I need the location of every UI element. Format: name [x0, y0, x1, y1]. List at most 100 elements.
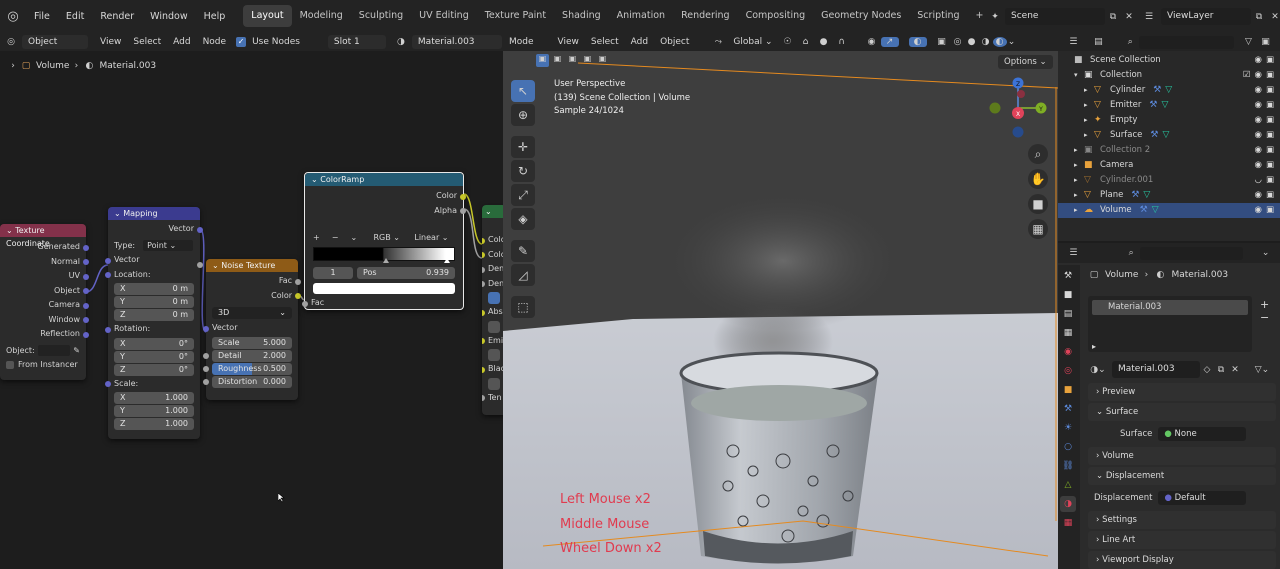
socket-icon[interactable]	[482, 266, 485, 273]
rendered-shading-icon[interactable]: ◐	[992, 37, 1007, 47]
from-instancer-row[interactable]: From Instancer	[0, 358, 86, 373]
panel-displacement[interactable]: ⌄ Displacement	[1088, 467, 1276, 485]
mapping-header[interactable]: ⌄ Mapping	[108, 207, 200, 220]
socket-icon[interactable]	[83, 273, 89, 280]
outliner-row[interactable]: ▸ ▽ Surface ⚒ ▽ ◉ ▣	[1058, 128, 1280, 143]
visibility-eye-icon[interactable]: ◉	[1255, 53, 1262, 68]
socket-icon[interactable]	[482, 252, 485, 258]
expand-arrow-icon[interactable]: ▸	[1084, 83, 1094, 98]
mesh-data-icon[interactable]: ▽	[1165, 83, 1172, 98]
modifier-icon[interactable]: ⚒	[1153, 83, 1161, 98]
visibility-eye-icon[interactable]: ◉	[1255, 188, 1262, 203]
blue-field[interactable]	[488, 292, 500, 304]
outliner-row[interactable]: ▸ ■ Camera ◉ ▣	[1058, 158, 1280, 173]
panel-line-art[interactable]: › Line Art	[1088, 531, 1276, 549]
material-slot-list[interactable]: Material.003	[1088, 296, 1252, 352]
mesh-data-icon[interactable]: ▽	[1161, 98, 1168, 113]
material-slot-item[interactable]: Material.003	[1092, 300, 1248, 315]
expand-arrow-icon[interactable]: ▸	[1084, 113, 1094, 128]
displacement-field[interactable]: ● Default	[1158, 491, 1247, 505]
tool-tab-icon[interactable]: ⚒	[1060, 268, 1076, 284]
interpolation-dropdown[interactable]: Linear ⌄	[414, 233, 455, 242]
browse-material-icon[interactable]: ◑⌄	[1088, 365, 1108, 375]
view-layer-field[interactable]: ViewLayer	[1161, 8, 1251, 25]
outliner-row[interactable]: ▸ ▣ Collection 2 ◉ ▣	[1058, 143, 1280, 158]
socket-icon[interactable]	[197, 262, 203, 268]
collapse-arrow-icon[interactable]: ⌄	[6, 226, 13, 235]
visibility-eye-icon[interactable]: ◉	[1255, 98, 1262, 113]
chevron-down-icon[interactable]: ⌄	[1257, 248, 1274, 258]
panel-volume[interactable]: › Volume	[1088, 447, 1276, 465]
socket-icon[interactable]	[83, 244, 89, 251]
rotation-x-field[interactable]: X 0°	[114, 337, 194, 350]
output-tab-icon[interactable]: ▤	[1060, 306, 1076, 322]
outliner-row[interactable]: ▸ ✦ Empty ◉ ▣	[1058, 113, 1280, 128]
panel-surface[interactable]: ⌄ Surface	[1088, 403, 1276, 421]
modifier-icon[interactable]: ⚒	[1150, 128, 1158, 143]
new-view-layer-icon[interactable]: ⧉	[1251, 12, 1267, 22]
select-extend-icon[interactable]: ▣	[551, 54, 564, 67]
socket-icon[interactable]	[83, 331, 89, 338]
stop-pos-field[interactable]: Pos 0.939	[357, 267, 455, 279]
render-tab-icon[interactable]: ■	[1060, 287, 1076, 303]
expand-arrow-icon[interactable]: ▸	[1074, 203, 1084, 218]
outliner-search-input[interactable]	[1138, 35, 1234, 49]
options-dropdown[interactable]: Options ⌄	[998, 55, 1053, 69]
outliner-row[interactable]: ▸ ▽ Cylinder ⚒ ▽ ◉ ▣	[1058, 83, 1280, 98]
select-intersect-icon[interactable]: ▣	[596, 54, 609, 67]
properties-editor-icon[interactable]: ☰	[1064, 248, 1083, 258]
dimension-dropdown[interactable]: 3D ⌄	[212, 307, 292, 319]
distortion-field[interactable]: Distortion 0.000	[203, 375, 292, 388]
socket-icon[interactable]	[105, 326, 111, 333]
select-invert-icon[interactable]: ▣	[581, 54, 594, 67]
socket-icon[interactable]	[295, 293, 301, 299]
object-menu[interactable]: Object	[654, 37, 695, 47]
socket-icon[interactable]	[460, 193, 466, 200]
annotate-tool-icon[interactable]: ✎	[511, 240, 535, 262]
socket-icon[interactable]	[83, 288, 89, 294]
transform-tool-icon[interactable]: ◈	[511, 208, 535, 230]
socket-icon[interactable]	[105, 381, 111, 387]
select-subtract-icon[interactable]: ▣	[566, 54, 579, 67]
xray-icon[interactable]: ▣	[933, 37, 951, 47]
render-camera-icon[interactable]: ▣	[1266, 128, 1274, 143]
add-stop-button[interactable]: +	[313, 233, 328, 242]
3d-viewport[interactable]: User Perspective (139) Scene Collection …	[503, 51, 1058, 569]
rotation-z-field[interactable]: Z 0°	[114, 363, 194, 376]
tab-compositing[interactable]: Compositing	[738, 5, 814, 27]
socket-icon[interactable]	[203, 365, 209, 372]
location-z-field[interactable]: Z0 m	[114, 309, 194, 321]
gray-field[interactable]	[488, 349, 500, 361]
colorramp-header[interactable]: ⌄ ColorRamp	[305, 173, 463, 186]
scene-field[interactable]: Scene	[1005, 8, 1105, 25]
outliner-row[interactable]: ■ Scene Collection ◉ ▣	[1058, 53, 1280, 68]
socket-icon[interactable]	[105, 272, 111, 278]
socket-icon[interactable]	[482, 338, 485, 344]
visibility-eye-icon[interactable]: ◉	[1255, 128, 1262, 143]
socket-icon[interactable]	[482, 309, 485, 316]
roughness-field[interactable]: Roughness 0.500	[203, 362, 292, 375]
mapping-node[interactable]: ⌄ Mapping Vector Type: Point ⌄ Vector Lo…	[105, 207, 203, 439]
socket-icon[interactable]	[105, 257, 111, 264]
tab-geometry-nodes[interactable]: Geometry Nodes	[813, 5, 909, 27]
expand-arrow-icon[interactable]: ▾	[1074, 68, 1084, 83]
rotation-y-field[interactable]: Y 0°	[114, 350, 194, 363]
socket-icon[interactable]	[203, 325, 209, 332]
stop-color-swatch[interactable]	[313, 283, 455, 294]
socket-icon[interactable]	[295, 278, 301, 285]
display-mode-icon[interactable]: ▤	[1089, 37, 1108, 47]
rotate-tool-icon[interactable]: ↻	[511, 160, 535, 182]
outliner-row[interactable]: ▸ ▽ Cylinder.001 ◡ ▣	[1058, 173, 1280, 188]
material-type-icon[interactable]: ▽⌄	[1252, 365, 1272, 375]
panel-preview[interactable]: › Preview	[1088, 383, 1276, 401]
delete-scene-icon[interactable]: ✕	[1121, 12, 1137, 22]
socket-icon[interactable]	[460, 208, 466, 214]
expand-arrow-icon[interactable]: ▸	[1074, 143, 1084, 158]
delete-view-layer-icon[interactable]: ✕	[1267, 12, 1280, 22]
socket-icon[interactable]	[482, 237, 485, 244]
add-cube-tool-icon[interactable]: ⬚	[511, 296, 535, 318]
proportional-edit-icon[interactable]: ●	[815, 37, 833, 47]
visibility-eye-icon[interactable]: ◉	[1255, 143, 1262, 158]
color-mode-dropdown[interactable]: RGB ⌄	[373, 233, 410, 242]
scale-field[interactable]: Scale 5.000	[197, 262, 292, 349]
